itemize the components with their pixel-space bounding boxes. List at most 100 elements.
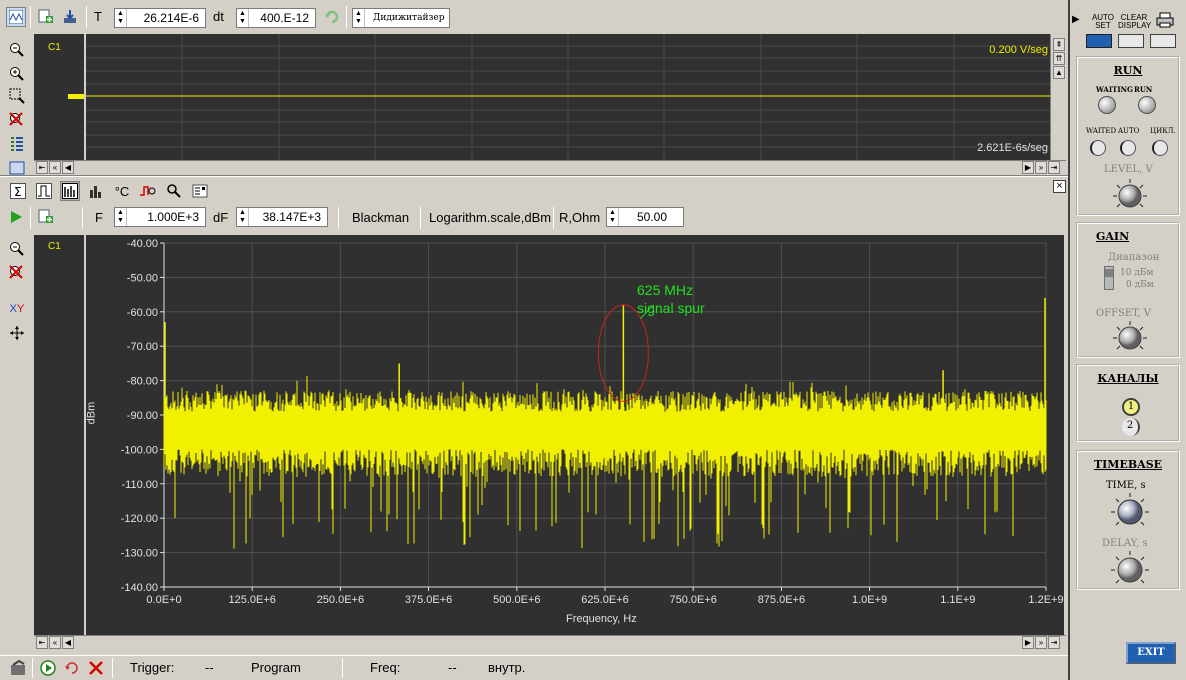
scroll-left-icon[interactable]: ◀: [62, 161, 74, 174]
dt-spinner[interactable]: ▲ ▼ 400.E-12: [236, 8, 316, 28]
scroll-end-icon[interactable]: ⇥: [1048, 161, 1060, 174]
waiting-button[interactable]: [1098, 96, 1116, 114]
scale-readout: 0.200 V/seg: [989, 44, 1048, 56]
pulse-icon[interactable]: [34, 181, 54, 201]
gain-group: GAIN Диапазон 10 дБм 0 дБм OFFSET, V: [1076, 222, 1180, 358]
scroll-fast-right-icon[interactable]: »: [1035, 161, 1047, 174]
scroll-right-icon[interactable]: ▶: [1022, 161, 1034, 174]
x-tick-label: 500.0E+6: [493, 594, 540, 606]
df-spinner[interactable]: ▲ ▼ 38.147E+3: [236, 207, 328, 227]
y-tick-label: -130.00: [121, 548, 158, 560]
scroll-fast-left-icon[interactable]: «: [49, 636, 61, 649]
cursor-list-icon[interactable]: [7, 134, 27, 154]
y-tick-label: -50.00: [127, 272, 158, 284]
channel-1-button[interactable]: 1: [1122, 398, 1140, 416]
signal-generator-icon[interactable]: [138, 181, 158, 201]
run-title: RUN: [1113, 64, 1143, 77]
scope-left-toolbar: [0, 34, 34, 175]
scope-plot[interactable]: 0.200 V/seg 2.621E-6s/seg: [86, 34, 1050, 160]
scroll-end-icon[interactable]: ⇥: [1048, 636, 1060, 649]
time-knob[interactable]: [1110, 492, 1150, 532]
run-group: RUN WAITING RUN WAITED AUTO ЦИКЛ. LEVEL,…: [1076, 56, 1180, 216]
scroll-left-icon[interactable]: ◀: [62, 636, 74, 649]
spinner-arrows-icon[interactable]: ▲ ▼: [353, 9, 365, 27]
add-green-icon[interactable]: [36, 207, 56, 227]
temperature-icon[interactable]: °C: [112, 181, 132, 201]
spectrum-hscroll[interactable]: ⇤ « ◀ ▶ » ⇥: [34, 635, 1066, 649]
scope-vscroll[interactable]: ⇞ ⇈ ▲: [1050, 34, 1066, 160]
tools-icon[interactable]: [164, 181, 184, 201]
f-spinner[interactable]: ▲ ▼ 1.000E+3: [114, 207, 206, 227]
freq-value: --: [448, 660, 457, 675]
undo-icon[interactable]: [322, 7, 342, 27]
x-tick-label: 375.0E+6: [405, 594, 452, 606]
clear-display-label: CLEAR DISPLAY: [1118, 13, 1152, 30]
scroll-fast-right-icon[interactable]: »: [1035, 636, 1047, 649]
auto-set-button[interactable]: [1086, 34, 1112, 48]
channel-marker[interactable]: [68, 94, 84, 99]
zoom-box-icon[interactable]: [7, 86, 27, 106]
scroll-fast-left-icon[interactable]: «: [49, 161, 61, 174]
scroll-start-icon[interactable]: ⇤: [36, 161, 48, 174]
play-icon[interactable]: [6, 207, 26, 227]
scroll-up-icon[interactable]: ▲: [1053, 66, 1065, 79]
collapse-arrow-icon[interactable]: ▶: [1072, 14, 1080, 25]
cycle-label: ЦИКЛ.: [1150, 127, 1176, 135]
time-label: TIME, s: [1106, 480, 1146, 491]
cycle-radio[interactable]: [1152, 140, 1168, 156]
scale-mode[interactable]: Logarithm.scale,dBm: [429, 210, 551, 225]
y-tick-label: -90.00: [127, 410, 158, 422]
clear-display-button[interactable]: [1118, 34, 1144, 48]
spinner-arrows-icon[interactable]: ▲ ▼: [115, 9, 127, 27]
stop-icon[interactable]: [86, 658, 106, 678]
exit-button[interactable]: EXIT: [1126, 642, 1176, 664]
offset-knob[interactable]: [1112, 320, 1148, 356]
spectrum-plot[interactable]: -40.00 -50.00 -60.00 -70.00 -80.00 -90.00 -100…: [85, 235, 1064, 635]
toolbox-icon[interactable]: [8, 658, 28, 678]
printer-icon[interactable]: [1156, 12, 1174, 31]
auto-radio[interactable]: [1120, 140, 1136, 156]
xy-mode-icon[interactable]: XY: [7, 299, 27, 319]
scroll-start-icon[interactable]: ⇤: [36, 636, 48, 649]
spinner-arrows-icon[interactable]: ▲ ▼: [237, 208, 249, 226]
range-switch[interactable]: [1104, 266, 1114, 290]
mode-select[interactable]: ▲ ▼ Дидижитайзер: [352, 8, 450, 28]
add-green-icon[interactable]: [36, 7, 56, 27]
y-axis-label: dBm: [85, 401, 98, 425]
zoom-reset-icon[interactable]: [7, 263, 27, 283]
x-tick-label: 125.0E+6: [228, 594, 275, 606]
scope-hscroll[interactable]: ⇤ « ◀ ▶ » ⇥: [34, 160, 1066, 174]
zoom-reset-icon[interactable]: [7, 110, 27, 130]
download-icon[interactable]: [60, 7, 80, 27]
zoom-in-icon[interactable]: [7, 239, 27, 259]
run-button[interactable]: [1138, 96, 1156, 114]
channel-2-button[interactable]: 2: [1122, 418, 1140, 436]
spinner-arrows-icon[interactable]: ▲ ▼: [607, 208, 619, 226]
spinner-arrows-icon[interactable]: ▲ ▼: [115, 208, 127, 226]
spectrum-channel-strip: C1: [34, 235, 84, 635]
start-icon[interactable]: [38, 658, 58, 678]
level-knob[interactable]: [1112, 178, 1148, 214]
scroll-fast-up-icon[interactable]: ⇈: [1053, 52, 1065, 65]
t-spinner[interactable]: ▲ ▼ 26.214E-6: [114, 8, 206, 28]
window-function[interactable]: Blackman: [352, 210, 409, 225]
waited-radio[interactable]: [1090, 140, 1106, 156]
scroll-right-icon[interactable]: ▶: [1022, 636, 1034, 649]
zoom-out-icon[interactable]: [7, 64, 27, 84]
sigma-icon[interactable]: Σ: [8, 181, 28, 201]
refresh-icon[interactable]: [62, 658, 82, 678]
config-icon[interactable]: [190, 181, 210, 201]
spinner-arrows-icon[interactable]: ▲ ▼: [237, 9, 249, 27]
zoom-in-icon[interactable]: [7, 40, 27, 60]
waveform-view-icon[interactable]: [6, 7, 26, 27]
pan-icon[interactable]: [7, 323, 27, 343]
y-tick-label: -140.00: [121, 582, 158, 594]
histogram-icon[interactable]: [86, 181, 106, 201]
spectrum-view-icon[interactable]: [60, 181, 80, 201]
r-spinner[interactable]: ▲ ▼ 50.00: [606, 207, 684, 227]
extra-button[interactable]: [1150, 34, 1176, 48]
close-icon[interactable]: ×: [1053, 180, 1066, 193]
delay-knob[interactable]: [1110, 550, 1150, 590]
auto-label: AUTO: [1118, 127, 1140, 135]
scroll-top-icon[interactable]: ⇞: [1053, 38, 1065, 51]
